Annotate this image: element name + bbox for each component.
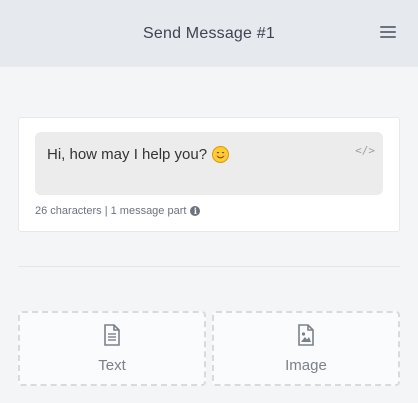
message-card: Hi, how may I help you? </> 26 character… [18, 117, 400, 232]
document-icon [103, 324, 121, 351]
header-bar: Send Message #1 [0, 0, 418, 67]
code-icon[interactable]: </> [355, 144, 375, 157]
message-bubble[interactable]: Hi, how may I help you? </> [35, 132, 383, 195]
divider [18, 266, 400, 267]
smiling-face-emoji-icon [212, 146, 230, 163]
add-text-button[interactable]: Text [18, 311, 206, 386]
message-text-row: Hi, how may I help you? [47, 146, 230, 163]
message-meta: 26 characters | 1 message part i [35, 205, 201, 217]
add-image-label: Image [285, 357, 327, 374]
message-text: Hi, how may I help you? [47, 146, 208, 163]
character-count: 26 characters | 1 message part [35, 205, 187, 217]
image-icon [297, 324, 315, 351]
info-icon[interactable]: i [190, 206, 201, 216]
menu-icon[interactable] [380, 26, 396, 40]
add-image-button[interactable]: Image [212, 311, 400, 386]
add-text-label: Text [98, 357, 126, 374]
page-title: Send Message #1 [143, 24, 275, 42]
